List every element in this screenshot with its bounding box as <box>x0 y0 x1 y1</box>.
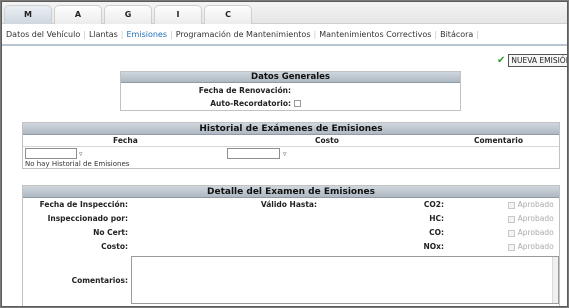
funnel-icon[interactable]: ▿ <box>79 150 83 158</box>
nav-bitacora[interactable]: Bitácora <box>440 30 473 39</box>
check-icon: ✔ <box>497 54 506 66</box>
tab-g[interactable]: G <box>104 5 152 24</box>
fecha-renovacion-label: Fecha de Renovación: <box>198 86 291 95</box>
co-label: CO: <box>429 228 444 237</box>
new-emission-control[interactable]: ✔ NUEVA EMISIÓN <box>497 54 567 67</box>
nav-separator: | <box>476 30 480 39</box>
section-nav: Datos del Vehículo | Llantas | Emisiones | Pro… <box>2 24 567 46</box>
historial-title: Historial de Exámenes de Emisiones <box>23 123 559 135</box>
costo-label: Costo: <box>101 242 128 251</box>
datos-generales-panel: Datos Generales Fecha de Renovación: Aut… <box>120 71 461 111</box>
auto-recordatorio-checkbox[interactable] <box>294 100 301 107</box>
fecha-inspeccion-label: Fecha de Inspección: <box>39 200 128 209</box>
detalle-title: Detalle del Examen de Emisiones <box>23 186 559 198</box>
nav-separator: | <box>120 30 124 39</box>
hc-label: HC: <box>429 214 444 223</box>
fecha-filter-input[interactable] <box>25 148 77 159</box>
funnel-icon[interactable]: ▿ <box>283 150 287 158</box>
comentarios-textarea[interactable] <box>131 256 559 304</box>
col-comentario: Comentario <box>474 136 523 145</box>
nox-label: NOx: <box>423 242 445 251</box>
inspeccionado-por-label: Inspeccionado por: <box>47 214 128 223</box>
textarea-scrollbar[interactable] <box>552 257 558 303</box>
datos-generales-title: Datos Generales <box>121 72 460 83</box>
col-costo: Costo <box>315 136 339 145</box>
comentarios-label: Comentarios: <box>71 276 128 285</box>
header-divider <box>23 146 559 147</box>
nav-separator: | <box>313 30 317 39</box>
new-emission-button[interactable]: NUEVA EMISIÓN <box>508 54 567 67</box>
co2-label: CO2: <box>423 200 444 209</box>
tab-i[interactable]: I <box>154 5 202 24</box>
valido-hasta-label: Válido Hasta: <box>260 200 317 209</box>
nav-separator: | <box>170 30 173 39</box>
app-frame: M A G I C Datos del Vehículo | Llantas | Emi… <box>1 1 568 307</box>
no-cert-label: No Cert: <box>93 228 128 237</box>
nav-separator: | <box>434 30 438 39</box>
costo-filter-input[interactable] <box>227 148 280 159</box>
nav-separator: | <box>83 30 86 39</box>
tab-a[interactable]: A <box>54 5 102 24</box>
nox-aprobado[interactable]: Aprobado <box>508 241 554 253</box>
co-aprobado[interactable]: Aprobado <box>508 227 554 239</box>
col-fecha: Fecha <box>113 136 138 145</box>
nav-mantenimientos-correctivos[interactable]: Mantenimientos Correctivos <box>319 30 431 39</box>
historial-panel: Historial de Exámenes de Emisiones Fecha… <box>22 122 560 169</box>
nav-llantas[interactable]: Llantas <box>89 30 118 39</box>
auto-recordatorio-label: Auto-Recordatorio: <box>210 99 291 108</box>
co2-aprobado[interactable]: Aprobado <box>508 199 554 211</box>
nav-emisiones[interactable]: Emisiones <box>127 30 168 39</box>
nav-programacion-mantenimientos[interactable]: Programación de Mantenimientos <box>176 30 311 39</box>
tab-c[interactable]: C <box>204 5 252 24</box>
nav-datos-vehiculo[interactable]: Datos del Vehículo <box>6 30 80 39</box>
empty-history-text: No hay Historial de Emisiones <box>25 160 130 168</box>
tab-m[interactable]: M <box>4 5 52 24</box>
top-tabbar: M A G I C <box>2 2 567 24</box>
hc-aprobado[interactable]: Aprobado <box>508 213 554 225</box>
detalle-panel: Detalle del Examen de Emisiones Fecha de… <box>22 185 560 306</box>
